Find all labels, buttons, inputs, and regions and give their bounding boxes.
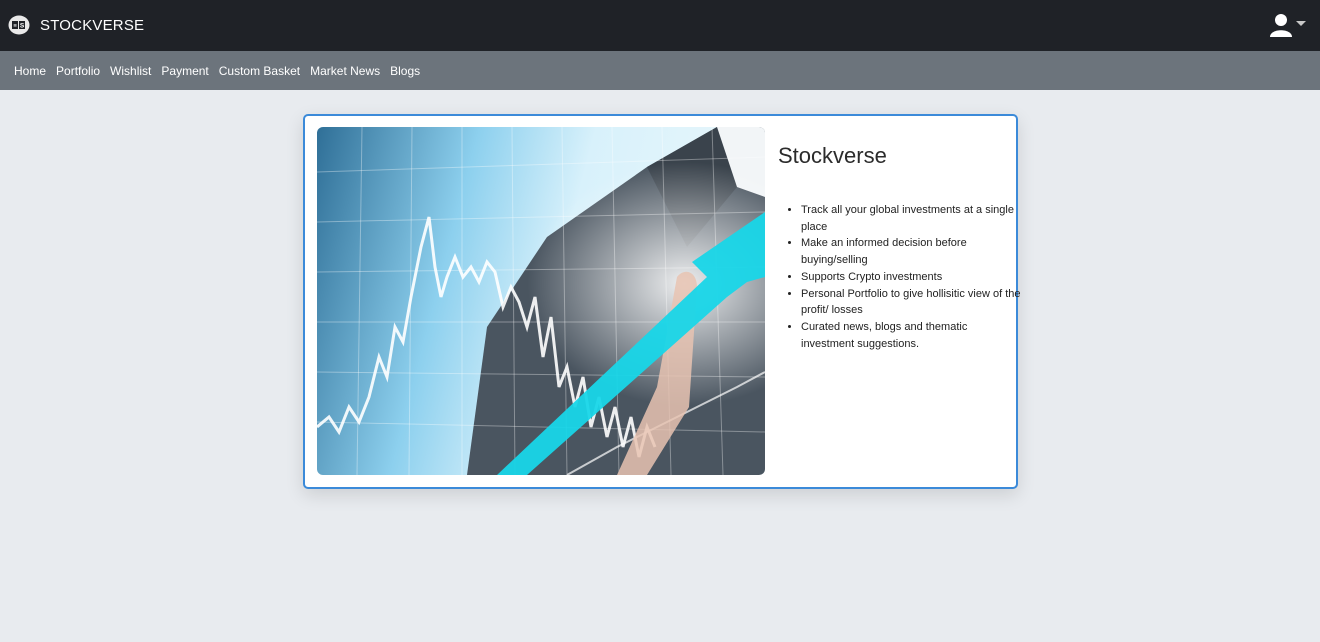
feature-item: Curated news, blogs and thematic investm… bbox=[801, 319, 1021, 352]
top-header: ≡ S STOCKVERSE bbox=[0, 0, 1320, 51]
feature-item: Make an informed decision before buying/… bbox=[801, 235, 1021, 268]
user-menu-icon[interactable] bbox=[1268, 13, 1308, 39]
feature-list: Track all your global investments at a s… bbox=[779, 202, 1021, 352]
card-title: Stockverse bbox=[778, 143, 887, 168]
nav-item-payment[interactable]: Payment bbox=[161, 64, 208, 78]
stock-chart-hero-image bbox=[317, 127, 765, 475]
feature-item: Personal Portfolio to give hollisitic vi… bbox=[801, 286, 1021, 319]
main-nav: Home Portfolio Wishlist Payment Custom B… bbox=[0, 51, 1320, 90]
brand-name[interactable]: STOCKVERSE bbox=[40, 17, 144, 34]
svg-text:S: S bbox=[20, 23, 25, 30]
nav-item-portfolio[interactable]: Portfolio bbox=[56, 64, 100, 78]
feature-item: Supports Crypto investments bbox=[801, 269, 1021, 286]
svg-text:≡: ≡ bbox=[13, 24, 17, 30]
feature-card: Stockverse Track all your global investm… bbox=[303, 114, 1021, 489]
nav-item-wishlist[interactable]: Wishlist bbox=[110, 64, 151, 78]
nav-item-custom-basket[interactable]: Custom Basket bbox=[219, 64, 300, 78]
nav-item-blogs[interactable]: Blogs bbox=[390, 64, 420, 78]
nav-item-market-news[interactable]: Market News bbox=[310, 64, 380, 78]
nav-item-home[interactable]: Home bbox=[14, 64, 46, 78]
feature-item: Track all your global investments at a s… bbox=[801, 202, 1021, 235]
stockverse-logo-icon[interactable]: ≡ S bbox=[8, 15, 30, 35]
